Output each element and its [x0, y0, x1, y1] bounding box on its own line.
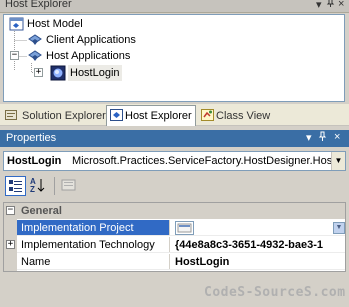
property-value[interactable]: HostLogin	[175, 254, 229, 270]
expand-icon[interactable]: +	[6, 240, 15, 249]
tab-solution-explorer[interactable]: Solution Explorer	[2, 106, 106, 125]
tree-node-label: Client Applications	[46, 34, 136, 46]
host-explorer-title-bar: Host Explorer ▾ ×	[0, 0, 349, 13]
collapse-icon[interactable]: −	[10, 51, 19, 60]
tab-label: Host Explorer	[125, 110, 192, 122]
close-icon[interactable]: ×	[334, 131, 340, 143]
tab-host-explorer[interactable]: Host Explorer	[106, 105, 196, 126]
alphabetical-button[interactable]: A Z	[28, 176, 49, 196]
property-name: Name	[21, 256, 51, 268]
collapse-icon[interactable]: −	[6, 206, 15, 215]
svg-text:Z: Z	[30, 185, 35, 194]
watermark: CodeS-SourceS.com	[204, 285, 346, 300]
row-separator	[17, 252, 345, 253]
categorized-button[interactable]	[5, 176, 26, 196]
selected-object-name: HostLogin	[7, 155, 62, 167]
host-login-icon	[50, 65, 66, 81]
tree-node-label: Host Applications	[46, 50, 131, 62]
property-row-implementation-project[interactable]: Implementation Project ▼	[4, 220, 345, 236]
category-label: General	[21, 205, 62, 217]
pin-icon[interactable]	[318, 131, 327, 145]
dropdown-icon[interactable]: ▾	[316, 0, 322, 11]
selected-object-type: Microsoft.Practices.ServiceFactory.HostD…	[72, 155, 343, 167]
chevron-down-icon[interactable]: ▼	[331, 152, 345, 170]
chevron-down-icon[interactable]: ▼	[333, 222, 345, 234]
host-explorer-title: Host Explorer	[5, 0, 72, 10]
property-value[interactable]: {44e8a8c3-3651-4932-bae3-1	[175, 237, 323, 253]
close-icon[interactable]: ×	[338, 0, 344, 10]
row-separator	[17, 269, 345, 270]
dropdown-icon[interactable]: ▾	[306, 131, 312, 144]
solution-explorer-icon	[5, 110, 17, 120]
expand-icon[interactable]: +	[34, 68, 43, 77]
tab-label: Class View	[216, 110, 271, 122]
properties-title-bar: Properties ▾ ×	[0, 130, 349, 147]
column-divider	[169, 220, 170, 236]
class-view-icon	[201, 109, 214, 121]
tab-label: Solution Explorer	[22, 110, 106, 122]
property-pages-icon	[61, 179, 76, 191]
properties-toolbar: A Z	[3, 174, 346, 198]
object-selector[interactable]: HostLogin Microsoft.Practices.ServiceFac…	[3, 151, 346, 171]
host-model-icon	[9, 17, 24, 31]
toolbar-separator	[54, 177, 55, 195]
project-picker-button[interactable]	[175, 221, 194, 235]
client-applications-icon	[28, 34, 42, 45]
categorized-icon	[9, 180, 22, 192]
column-divider	[169, 237, 170, 253]
tree-node-label: Host Model	[27, 18, 83, 30]
tab-class-view[interactable]: Class View	[198, 106, 273, 125]
column-divider	[169, 254, 170, 270]
host-applications-icon	[28, 50, 42, 61]
host-explorer-icon	[110, 109, 123, 121]
pin-icon[interactable]	[326, 0, 335, 11]
properties-title: Properties	[6, 132, 57, 144]
property-name: Implementation Project	[21, 222, 134, 234]
tool-window-tabs: Solution Explorer Host Explorer Class Vi…	[0, 104, 349, 126]
alphabetical-sort-icon: A Z	[30, 177, 45, 194]
tree-node-label: HostLogin	[68, 65, 122, 81]
property-row-name[interactable]: Name HostLogin	[4, 254, 345, 270]
property-grid[interactable]: − General Implementation Project ▼ + Imp…	[3, 202, 346, 272]
row-separator	[17, 235, 345, 236]
property-row-implementation-technology[interactable]: + Implementation Technology {44e8a8c3-36…	[4, 237, 345, 253]
category-row-general[interactable]: − General	[4, 203, 345, 219]
project-icon	[177, 223, 192, 233]
property-name: Implementation Technology	[21, 239, 155, 251]
property-pages-button[interactable]	[59, 176, 80, 196]
host-model-tree[interactable]: Host Model Client Applications − Host Ap…	[3, 14, 345, 102]
